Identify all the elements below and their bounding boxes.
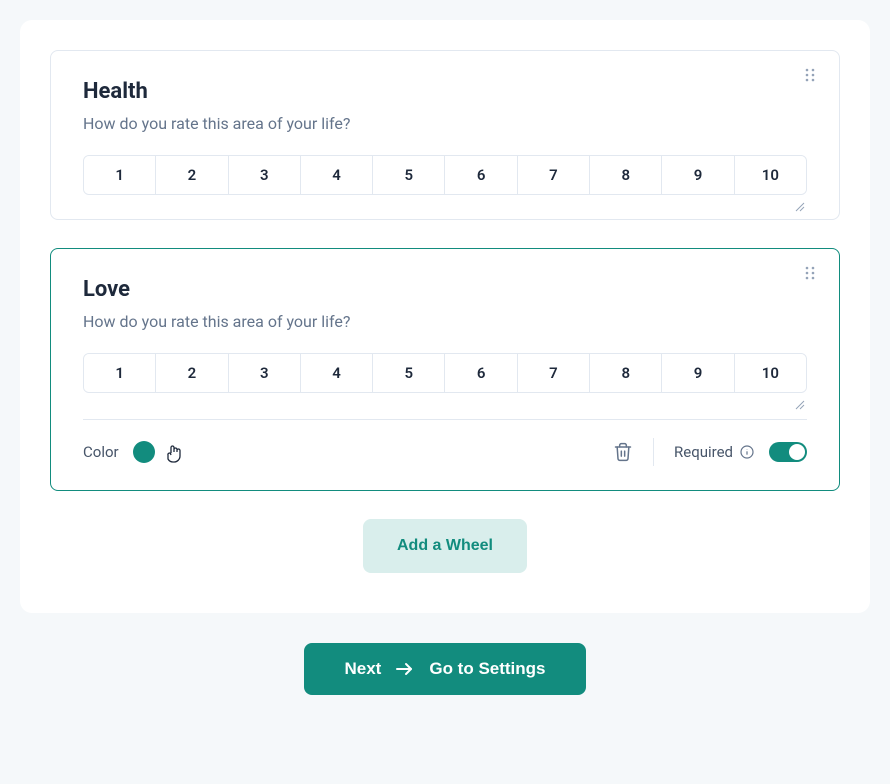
arrow-right-icon bbox=[395, 661, 415, 677]
rating-scale: 1 2 3 4 5 6 7 8 9 10 bbox=[83, 155, 807, 195]
field-footer: Color Required bbox=[83, 419, 807, 466]
color-label: Color bbox=[83, 443, 119, 461]
next-bar: Next Go to Settings bbox=[20, 643, 870, 695]
scale-cell[interactable]: 8 bbox=[590, 354, 662, 392]
color-swatch[interactable] bbox=[133, 441, 155, 463]
next-button-left: Next bbox=[344, 659, 381, 679]
field-title[interactable]: Love bbox=[83, 277, 807, 302]
scale-cell[interactable]: 3 bbox=[229, 354, 301, 392]
scale-cell[interactable]: 2 bbox=[156, 156, 228, 194]
scale-cell[interactable]: 6 bbox=[445, 354, 517, 392]
next-button-right: Go to Settings bbox=[429, 659, 545, 679]
scale-cell[interactable]: 4 bbox=[301, 354, 373, 392]
scale-cell[interactable]: 4 bbox=[301, 156, 373, 194]
cursor-hand-icon bbox=[165, 444, 183, 470]
divider bbox=[653, 438, 654, 466]
scale-cell[interactable]: 8 bbox=[590, 156, 662, 194]
resize-handle-icon[interactable] bbox=[795, 399, 805, 413]
scale-cell[interactable]: 7 bbox=[518, 354, 590, 392]
field-card-health[interactable]: Health How do you rate this area of your… bbox=[50, 50, 840, 220]
delete-icon[interactable] bbox=[613, 442, 633, 462]
field-title[interactable]: Health bbox=[83, 79, 807, 104]
scale-cell[interactable]: 6 bbox=[445, 156, 517, 194]
rating-scale: 1 2 3 4 5 6 7 8 9 10 bbox=[83, 353, 807, 393]
canvas-card: Health How do you rate this area of your… bbox=[20, 20, 870, 613]
scale-cell[interactable]: 1 bbox=[84, 156, 156, 194]
scale-cell[interactable]: 5 bbox=[373, 354, 445, 392]
info-icon[interactable] bbox=[739, 444, 755, 460]
required-label: Required bbox=[674, 443, 755, 461]
scale-cell[interactable]: 1 bbox=[84, 354, 156, 392]
field-subtitle[interactable]: How do you rate this area of your life? bbox=[83, 114, 807, 133]
drag-handle-icon[interactable] bbox=[803, 265, 819, 281]
scale-cell[interactable]: 5 bbox=[373, 156, 445, 194]
scale-cell[interactable]: 9 bbox=[662, 354, 734, 392]
scale-cell[interactable]: 9 bbox=[662, 156, 734, 194]
scale-cell[interactable]: 2 bbox=[156, 354, 228, 392]
add-wheel-button[interactable]: Add a Wheel bbox=[363, 519, 527, 573]
add-wheel-wrap: Add a Wheel bbox=[50, 519, 840, 573]
scale-cell[interactable]: 7 bbox=[518, 156, 590, 194]
scale-cell[interactable]: 10 bbox=[735, 354, 806, 392]
field-card-love[interactable]: Love How do you rate this area of your l… bbox=[50, 248, 840, 491]
resize-handle-icon[interactable] bbox=[795, 201, 805, 215]
field-subtitle[interactable]: How do you rate this area of your life? bbox=[83, 312, 807, 331]
required-toggle[interactable] bbox=[769, 442, 807, 462]
required-text: Required bbox=[674, 443, 733, 461]
next-button[interactable]: Next Go to Settings bbox=[304, 643, 585, 695]
scale-cell[interactable]: 3 bbox=[229, 156, 301, 194]
drag-handle-icon[interactable] bbox=[803, 67, 819, 83]
scale-cell[interactable]: 10 bbox=[735, 156, 806, 194]
